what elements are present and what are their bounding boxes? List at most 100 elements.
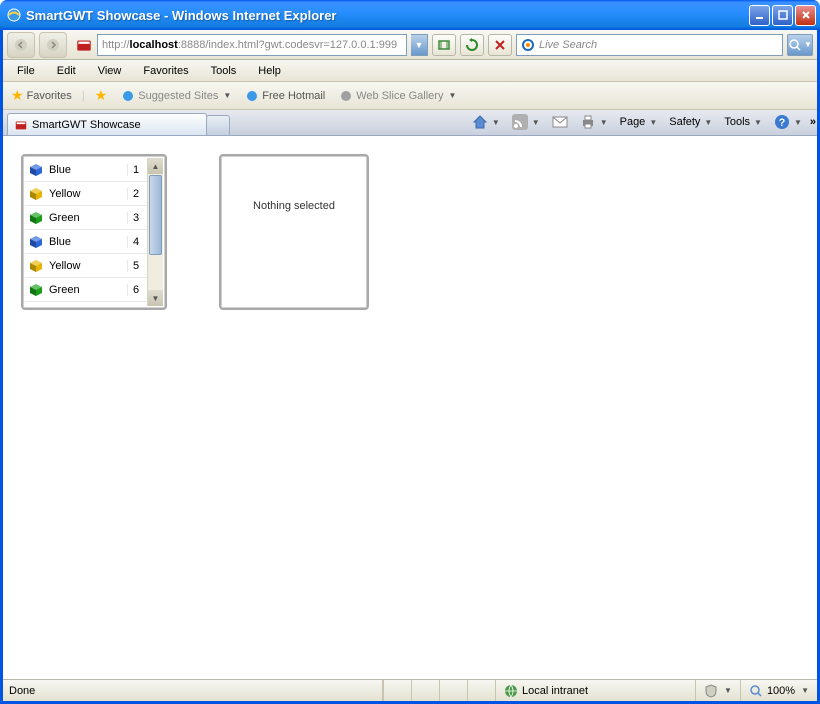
list-item[interactable]: Green3 [25, 206, 147, 230]
list-item-number: 4 [127, 236, 147, 248]
list-item-number: 3 [127, 212, 147, 224]
search-placeholder: Live Search [539, 39, 597, 51]
add-favorite-button[interactable]: ★ [91, 85, 112, 106]
url-path: :8888/index.html?gwt.codesvr=127.0.0.1:9… [178, 39, 397, 51]
home-button[interactable]: ▼ [468, 112, 504, 132]
scroll-up-button[interactable]: ▲ [148, 158, 163, 174]
menu-favorites[interactable]: Favorites [133, 63, 198, 79]
detail-empty-text: Nothing selected [253, 200, 335, 212]
list-item-number: 6 [127, 284, 147, 296]
app-window: SmartGWT Showcase - Windows Internet Exp… [0, 0, 820, 704]
list-item-label: Yellow [47, 260, 127, 272]
fav-free-hotmail[interactable]: Free Hotmail [241, 87, 329, 105]
ie-page-icon [245, 89, 259, 103]
address-bar: http://localhost:8888/index.html?gwt.cod… [3, 30, 817, 60]
tab-title: SmartGWT Showcase [32, 119, 141, 131]
menubar: File Edit View Favorites Tools Help [3, 60, 817, 82]
shield-icon [704, 684, 718, 698]
menu-tools[interactable]: Tools [201, 63, 247, 79]
list-item[interactable]: Blue4 [25, 230, 147, 254]
help-icon: ? [774, 114, 790, 130]
list-item-number: 5 [127, 260, 147, 272]
status-text: Done [3, 680, 383, 701]
search-button[interactable]: ▼ [787, 34, 813, 56]
page-favicon [75, 36, 93, 54]
star-icon: ★ [11, 87, 24, 104]
menu-help[interactable]: Help [248, 63, 291, 79]
minimize-button[interactable] [749, 5, 770, 26]
list-item-label: Green [47, 284, 127, 296]
security-zone: Local intranet [495, 680, 695, 701]
ie-icon [6, 7, 22, 23]
ie-page-icon [121, 89, 135, 103]
list-item-number: 1 [127, 164, 147, 176]
cube-icon [25, 283, 47, 297]
fav-web-slice[interactable]: Web Slice Gallery▼ [335, 87, 460, 105]
globe-icon [504, 684, 518, 698]
list-item[interactable]: Blue1 [25, 158, 147, 182]
favorites-bar: ★Favorites | ★ Suggested Sites▼ Free Hot… [3, 82, 817, 110]
url-dropdown-button[interactable]: ▼ [411, 34, 428, 56]
menu-file[interactable]: File [7, 63, 45, 79]
favorites-button[interactable]: ★Favorites [7, 85, 76, 106]
scroll-thumb[interactable] [149, 175, 162, 255]
bing-icon [521, 38, 535, 52]
list-grid: Blue1Yellow2Green3Blue4Yellow5Green6 ▲ ▼ [21, 154, 167, 310]
tab-bar: SmartGWT Showcase ▼ ▼ ▼ Page▼ Safety▼ To… [3, 110, 817, 136]
tab-favicon [14, 118, 28, 132]
scrollbar[interactable]: ▲ ▼ [147, 158, 163, 306]
new-tab-button[interactable] [206, 115, 230, 135]
url-host: localhost [130, 39, 178, 51]
titlebar[interactable]: SmartGWT Showcase - Windows Internet Exp… [0, 0, 820, 30]
list-item-label: Blue [47, 164, 127, 176]
zoom-icon [749, 684, 763, 698]
cube-icon [25, 211, 47, 225]
cube-icon [25, 259, 47, 273]
print-button[interactable]: ▼ [576, 112, 612, 132]
rss-icon [512, 114, 528, 130]
search-input[interactable]: Live Search [516, 34, 783, 56]
menu-edit[interactable]: Edit [47, 63, 86, 79]
cube-icon [25, 163, 47, 177]
home-icon [472, 114, 488, 130]
read-mail-button[interactable] [548, 113, 572, 131]
safety-menu[interactable]: Safety▼ [665, 114, 716, 130]
mail-icon [552, 115, 568, 129]
overflow-button[interactable]: » [810, 116, 813, 128]
help-button[interactable]: ?▼ [770, 112, 806, 132]
tools-menu[interactable]: Tools▼ [720, 114, 766, 130]
list-item[interactable]: Yellow2 [25, 182, 147, 206]
back-button[interactable] [7, 32, 35, 58]
page-content: Blue1Yellow2Green3Blue4Yellow5Green6 ▲ ▼… [3, 136, 817, 679]
close-button[interactable] [795, 5, 816, 26]
url-input[interactable]: http://localhost:8888/index.html?gwt.cod… [97, 34, 407, 56]
scroll-down-button[interactable]: ▼ [148, 290, 163, 306]
forward-button[interactable] [39, 32, 67, 58]
browser-chrome: http://localhost:8888/index.html?gwt.cod… [3, 30, 817, 701]
command-bar: ▼ ▼ ▼ Page▼ Safety▼ Tools▼ ?▼ » [468, 112, 813, 132]
list-item-number: 2 [127, 188, 147, 200]
printer-icon [580, 114, 596, 130]
stop-button[interactable] [488, 34, 512, 56]
maximize-button[interactable] [772, 5, 793, 26]
ie-page-icon [339, 89, 353, 103]
favorites-label: Favorites [27, 90, 72, 102]
status-bar: Done Local intranet ▼ 100%▼ [3, 679, 817, 701]
zoom-control[interactable]: 100%▼ [740, 680, 817, 701]
list-item[interactable]: Yellow5 [25, 254, 147, 278]
list-item-label: Blue [47, 236, 127, 248]
svg-text:?: ? [779, 117, 786, 129]
menu-view[interactable]: View [88, 63, 132, 79]
url-scheme: http:// [102, 39, 130, 51]
protected-mode[interactable]: ▼ [695, 680, 740, 701]
list-item[interactable]: Green6 [25, 278, 147, 302]
compat-view-button[interactable] [432, 34, 456, 56]
list-item-label: Yellow [47, 188, 127, 200]
feeds-button[interactable]: ▼ [508, 112, 544, 132]
page-menu[interactable]: Page▼ [616, 114, 662, 130]
list-item-label: Green [47, 212, 127, 224]
cube-icon [25, 187, 47, 201]
refresh-button[interactable] [460, 34, 484, 56]
tab-active[interactable]: SmartGWT Showcase [7, 113, 207, 135]
fav-suggested-sites[interactable]: Suggested Sites▼ [117, 87, 235, 105]
